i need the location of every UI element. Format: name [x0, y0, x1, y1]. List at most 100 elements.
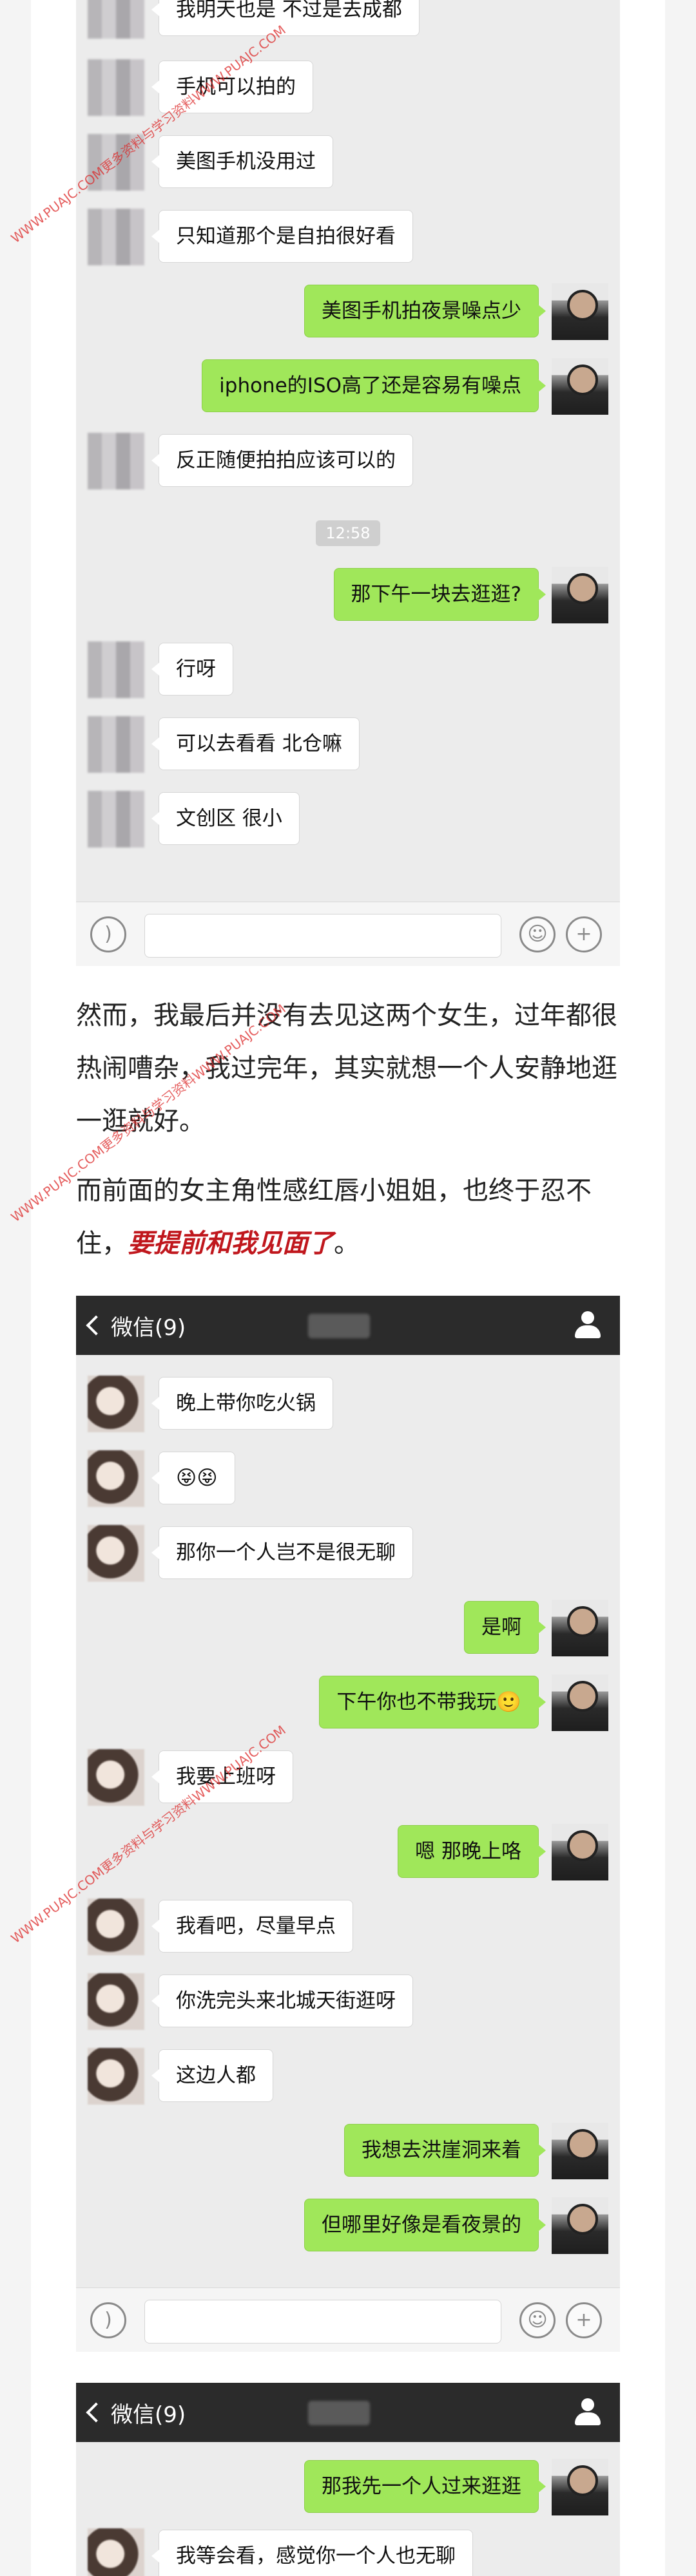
- message-input[interactable]: [144, 2300, 501, 2344]
- message-bubble[interactable]: 那我先一个人过来逛逛: [304, 2460, 546, 2513]
- message-bubble[interactable]: 我等会看，感觉你一个人也无聊: [151, 2530, 473, 2576]
- chat-message: 但哪里好像是看夜景的: [76, 2197, 620, 2255]
- message-bubble[interactable]: 文创区 很小: [151, 792, 300, 845]
- contact-avatar[interactable]: [88, 641, 144, 698]
- contact-avatar[interactable]: [88, 59, 144, 116]
- my-avatar[interactable]: [552, 2123, 608, 2179]
- message-bubble[interactable]: 我看吧，尽量早点: [151, 1900, 353, 1953]
- contact-info-icon[interactable]: [572, 1310, 603, 1341]
- message-bubble[interactable]: 是啊: [464, 1601, 546, 1654]
- chat-message: 美图手机没用过: [76, 134, 620, 192]
- chat-message: 美图手机拍夜景噪点少: [76, 283, 620, 341]
- contact-avatar[interactable]: [88, 2048, 144, 2105]
- message-bubble[interactable]: 😝😝: [151, 1452, 235, 1504]
- message-bubble[interactable]: 行呀: [151, 643, 233, 696]
- contact-avatar[interactable]: [88, 791, 144, 848]
- chat-input-bar: ) ☺ +: [76, 2287, 620, 2352]
- my-avatar[interactable]: [552, 283, 608, 340]
- chat-message: 我明天也是 不过是去成都: [76, 0, 620, 40]
- plus-icon[interactable]: +: [566, 2302, 602, 2338]
- back-button[interactable]: 微信(9): [86, 2396, 186, 2429]
- chat-message: 下午你也不带我玩🙂: [76, 1674, 620, 1732]
- contact-info-icon[interactable]: [572, 2397, 603, 2428]
- chat-titlebar: 微信(9): [76, 1296, 620, 1355]
- chat-message: 行呀: [76, 641, 620, 699]
- chat-input-bar: ) ☺ +: [76, 902, 620, 966]
- chat-message: 可以去看看 北仓嘛: [76, 716, 620, 774]
- article-paragraph-1: 然而，我最后并没有去见这两个女生，过年都很热闹嘈杂，我过完年，其实就想一个人安静…: [76, 989, 630, 1148]
- my-avatar[interactable]: [552, 2459, 608, 2515]
- message-input[interactable]: [144, 914, 501, 958]
- contact-name-blurred: [308, 2401, 370, 2425]
- message-bubble[interactable]: 那下午一块去逛逛?: [333, 568, 546, 621]
- chat-message: 反正随便拍拍应该可以的: [76, 433, 620, 491]
- message-bubble[interactable]: 美图手机没用过: [151, 135, 333, 188]
- chat-message: 我等会看，感觉你一个人也无聊: [76, 2528, 620, 2576]
- message-bubble[interactable]: 只知道那个是自拍很好看: [151, 210, 413, 263]
- message-bubble[interactable]: iphone的ISO高了还是容易有噪点: [202, 359, 546, 412]
- message-bubble[interactable]: 美图手机拍夜景噪点少: [304, 285, 546, 337]
- message-bubble[interactable]: 这边人都: [151, 2049, 273, 2102]
- back-label: 微信(9): [111, 2401, 186, 2428]
- message-bubble[interactable]: 反正随便拍拍应该可以的: [151, 434, 413, 487]
- chat-message: 这边人都: [76, 2048, 620, 2106]
- emoji-icon[interactable]: ☺: [519, 916, 556, 952]
- message-bubble[interactable]: 晚上带你吃火锅: [151, 1377, 333, 1430]
- emphasis-text: 要提前和我见面了: [128, 1229, 334, 1258]
- my-avatar[interactable]: [552, 1824, 608, 1880]
- chat-message: 我想去洪崖洞来着: [76, 2123, 620, 2181]
- plus-icon[interactable]: +: [566, 916, 602, 952]
- message-bubble[interactable]: 可以去看看 北仓嘛: [151, 717, 360, 770]
- contact-avatar[interactable]: [88, 1749, 144, 1806]
- message-bubble[interactable]: 但哪里好像是看夜景的: [304, 2199, 546, 2251]
- chat-message: 那你一个人岂不是很无聊: [76, 1525, 620, 1583]
- message-bubble[interactable]: 下午你也不带我玩🙂: [319, 1676, 546, 1728]
- message-bubble[interactable]: 我明天也是 不过是去成都: [151, 0, 420, 36]
- chat-message: 我要上班呀: [76, 1749, 620, 1807]
- back-button[interactable]: 微信(9): [86, 1309, 186, 1342]
- my-avatar[interactable]: [552, 2197, 608, 2254]
- chat-message: 文创区 很小: [76, 791, 620, 849]
- contact-avatar[interactable]: [88, 1525, 144, 1582]
- chat-titlebar: 微信(9): [76, 2383, 620, 2442]
- contact-avatar[interactable]: [88, 433, 144, 489]
- my-avatar[interactable]: [552, 1600, 608, 1656]
- voice-icon[interactable]: ): [90, 2302, 126, 2338]
- contact-name-blurred: [308, 1314, 370, 1338]
- contact-avatar[interactable]: [88, 209, 144, 265]
- chevron-left-icon: [86, 2402, 106, 2423]
- message-bubble[interactable]: 你洗完头来北城天街逛呀: [151, 1975, 413, 2027]
- message-bubble[interactable]: 我想去洪崖洞来着: [344, 2124, 546, 2177]
- voice-icon[interactable]: ): [90, 916, 126, 952]
- chat-message: 那下午一块去逛逛?: [76, 567, 620, 625]
- contact-avatar[interactable]: [88, 716, 144, 773]
- message-bubble[interactable]: 那你一个人岂不是很无聊: [151, 1526, 413, 1579]
- chat-message: 手机可以拍的: [76, 59, 620, 117]
- message-bubble[interactable]: 手机可以拍的: [151, 61, 313, 113]
- back-label: 微信(9): [111, 1314, 186, 1341]
- chat-screenshot-3: 微信(9) 那我先一个人过来逛逛我等会看，感觉你一个人也无聊: [76, 2383, 620, 2576]
- contact-avatar[interactable]: [88, 0, 144, 39]
- message-bubble[interactable]: 嗯 那晚上咯: [398, 1825, 546, 1878]
- chat-screenshot-1: 我明天也是 不过是去成都手机可以拍的 美图手机没用过只知道那个是自拍很好看美图手机…: [76, 0, 620, 966]
- contact-avatar[interactable]: [88, 2528, 144, 2576]
- chat-message: 那我先一个人过来逛逛: [76, 2459, 620, 2517]
- contact-avatar[interactable]: [88, 1973, 144, 2030]
- paragraph-suffix: 。: [334, 1229, 360, 1258]
- my-avatar[interactable]: [552, 567, 608, 623]
- article-paragraph-2: 而前面的女主角性感红唇小姐姐，也终于忍不住，要提前和我见面了。: [76, 1164, 630, 1270]
- chat-message: 你洗完头来北城天街逛呀: [76, 1973, 620, 2031]
- contact-avatar[interactable]: [88, 1376, 144, 1432]
- my-avatar[interactable]: [552, 358, 608, 415]
- chat-message: 😝😝: [76, 1450, 620, 1508]
- chat-message: 嗯 那晚上咯: [76, 1824, 620, 1882]
- message-bubble[interactable]: 我要上班呀: [151, 1750, 293, 1803]
- contact-avatar[interactable]: [88, 1450, 144, 1507]
- chat-message: 只知道那个是自拍很好看: [76, 209, 620, 267]
- chat-timestamp: 12:58: [316, 520, 380, 546]
- my-avatar[interactable]: [552, 1674, 608, 1731]
- emoji-icon[interactable]: ☺: [519, 2302, 556, 2338]
- contact-avatar[interactable]: [88, 134, 144, 191]
- contact-avatar[interactable]: [88, 1899, 144, 1955]
- chevron-left-icon: [86, 1315, 106, 1336]
